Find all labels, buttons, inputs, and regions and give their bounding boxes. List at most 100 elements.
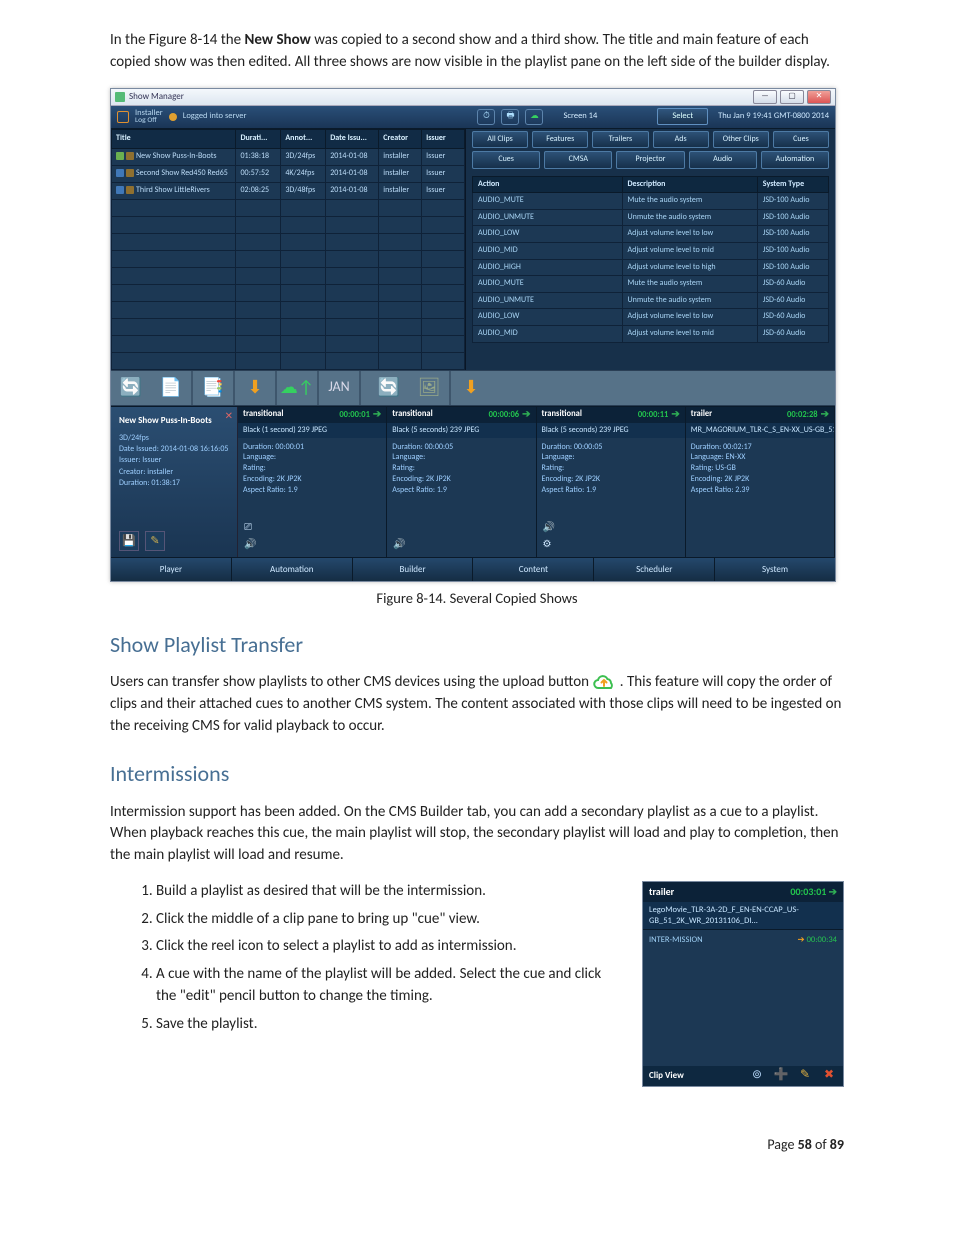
nav-tab[interactable]: Automation — [232, 558, 353, 581]
status-icon[interactable]: ⏱ — [477, 109, 495, 125]
cloud-upload-icon — [592, 672, 616, 690]
select-button[interactable]: Select — [657, 108, 708, 124]
filter-tabs: All ClipsFeaturesTrailersAdsOther ClipsC… — [466, 129, 835, 176]
inter-head-label: trailer — [649, 885, 674, 900]
col-header[interactable]: Annot... — [281, 129, 326, 148]
table-row[interactable]: AUDIO_HIGHAdjust volume level to highJSD… — [473, 259, 829, 276]
table-row[interactable]: AUDIO_LOWAdjust volume level to lowJSD-6… — [473, 309, 829, 326]
table-row[interactable]: AUDIO_MIDAdjust volume level to midJSD-6… — [473, 326, 829, 343]
intro-bold: New Show — [245, 31, 311, 49]
filter-tab[interactable]: Other Clips — [713, 131, 769, 149]
logoff-link[interactable]: Log Off — [135, 117, 163, 125]
status-dot-icon — [169, 113, 177, 121]
filter-tab[interactable]: Ads — [653, 131, 709, 149]
add-icon[interactable]: ➕ — [773, 1069, 789, 1083]
upload-icon[interactable]: ☁ — [525, 109, 543, 125]
bottom-nav: PlayerAutomationBuilderContentSchedulerS… — [111, 557, 835, 581]
printer-icon[interactable]: 🖶 — [501, 109, 519, 125]
col-header[interactable]: Issuer — [422, 129, 465, 148]
col-header[interactable]: Title — [112, 129, 236, 148]
table-row[interactable]: AUDIO_UNMUTEUnmute the audio systemJSD-6… — [473, 292, 829, 309]
nav-tab[interactable]: System — [715, 558, 835, 581]
timeline-clip[interactable]: transitional00:00:06➔Black (5 seconds) 2… — [387, 407, 536, 557]
maximize-button[interactable]: ▢ — [780, 90, 804, 104]
table-row[interactable]: AUDIO_UNMUTEUnmute the audio systemJSD-1… — [473, 209, 829, 226]
refresh-icon[interactable]: 🔄 — [111, 371, 151, 405]
filter-tab[interactable]: Projector — [616, 151, 684, 169]
filter-tab[interactable]: Cues — [773, 131, 829, 149]
intro-paragraph: In the Figure 8-14 the New Show was copi… — [110, 30, 844, 74]
nav-tab[interactable]: Player — [111, 558, 232, 581]
copy-icon[interactable]: 📑 — [193, 371, 233, 405]
info-line: Date Issued: 2014-01-08 16:16:05 — [119, 444, 229, 455]
col-header[interactable]: System Type — [757, 176, 828, 193]
info-line: Issuer: Issuer — [119, 455, 229, 466]
cloud-upload-icon[interactable]: ☁↑ — [277, 371, 317, 405]
app-icon — [115, 92, 125, 102]
col-header[interactable]: Durati... — [236, 129, 281, 148]
download-icon[interactable]: ⬇ — [235, 371, 275, 405]
minimize-button[interactable]: — — [753, 90, 777, 104]
calendar-icon[interactable]: JAN — [319, 371, 359, 405]
inter-head-time: 00:03:01 — [790, 885, 826, 898]
info-title: New Show Puss-In-Boots — [119, 415, 229, 428]
filter-tab[interactable]: Trailers — [592, 131, 648, 149]
screen-label: Screen 14 — [563, 110, 597, 122]
filter-tab[interactable]: Audio — [689, 151, 757, 169]
sound-icon: 🔊 — [543, 520, 555, 534]
timeline: ✕ New Show Puss-In-Boots 3D/24fpsDate Is… — [111, 406, 835, 557]
nav-tab[interactable]: Content — [473, 558, 594, 581]
table-row[interactable]: Second Show Red450 Red6500:57:524K/24fps… — [112, 165, 465, 182]
nav-tab[interactable]: Builder — [353, 558, 474, 581]
col-header[interactable]: Action — [473, 176, 623, 193]
clip-view-label: Clip View — [649, 1069, 684, 1082]
table-row[interactable]: AUDIO_MIDAdjust volume level to midJSD-1… — [473, 243, 829, 260]
filter-tab[interactable]: CMSA — [544, 151, 612, 169]
filter-tab[interactable]: Automation — [761, 151, 829, 169]
filter-tab[interactable]: Cues — [472, 151, 540, 169]
figure-caption: Figure 8-14. Several Copied Shows — [110, 588, 844, 609]
gear-icon: ⚙ — [543, 537, 555, 551]
intermission-clip-figure: trailer 00:03:01 ➔ LegoMovie_TLR-3A-2D_F… — [642, 881, 844, 1087]
save-icon[interactable]: 💾 — [119, 531, 139, 551]
window-title: Show Manager — [129, 90, 184, 103]
subtitles-icon: ⎚ — [244, 520, 256, 534]
window-titlebar: Show Manager — ▢ ✕ — [111, 89, 835, 106]
refresh-icon-2[interactable]: 🔄 — [369, 371, 409, 405]
col-header[interactable]: Date Issu... — [326, 129, 379, 148]
inter-sub: LegoMovie_TLR-3A-2D_F_EN-EN-CCAP_US-GB_5… — [643, 902, 843, 929]
filter-tab[interactable]: Features — [532, 131, 588, 149]
table-row[interactable]: AUDIO_MUTEMute the audio systemJSD-60 Au… — [473, 276, 829, 293]
info-line: 3D/24fps — [119, 433, 229, 444]
user-icon — [117, 111, 129, 123]
image-icon[interactable]: 🖼 — [409, 371, 449, 405]
inter-row-label: INTER-MISSION — [649, 934, 703, 946]
download-icon-2[interactable]: ⬇ — [451, 371, 491, 405]
table-row[interactable]: AUDIO_MUTEMute the audio systemJSD-100 A… — [473, 193, 829, 210]
transfer-paragraph: Users can transfer show playlists to oth… — [110, 672, 844, 737]
filter-tab[interactable]: All Clips — [472, 131, 528, 149]
heading-transfer: Show Playlist Transfer — [110, 629, 844, 661]
timeline-clip[interactable]: transitional00:00:11➔Black (5 seconds) 2… — [537, 407, 686, 557]
col-header[interactable]: Description — [622, 176, 757, 193]
timeline-clip[interactable]: transitional00:00:01➔Black (1 second) 23… — [238, 407, 387, 557]
col-header[interactable]: Creator — [379, 129, 422, 148]
arrow-icon: ➔ — [798, 935, 805, 945]
app-toolbar: Installer Log Off Logged into server ⏱ 🖶… — [111, 106, 835, 129]
nav-tab[interactable]: Scheduler — [594, 558, 715, 581]
sound-icon: 🔊 — [244, 537, 256, 551]
page-icon[interactable]: 📄 — [151, 371, 191, 405]
page-footer: Page 58 of 89 — [110, 1135, 844, 1155]
close-info-icon[interactable]: ✕ — [225, 409, 233, 423]
table-row[interactable]: Third Show LittleRivers02:08:253D/48fps2… — [112, 182, 465, 199]
timeline-clip[interactable]: trailer00:02:28➔MR_MAGORIUM_TLR-C_S_EN-X… — [686, 407, 835, 557]
delete-icon[interactable]: ✖ — [821, 1069, 837, 1083]
table-row[interactable]: AUDIO_LOWAdjust volume level to lowJSD-1… — [473, 226, 829, 243]
table-row[interactable]: New Show Puss-In-Boots01:38:183D/24fps20… — [112, 148, 465, 165]
edit-pencil-icon[interactable]: ✎ — [797, 1069, 813, 1083]
edit-icon[interactable]: ✎ — [145, 531, 165, 551]
arrow-icon: ➔ — [829, 885, 837, 898]
reel-icon[interactable]: ⊚ — [749, 1069, 765, 1083]
close-button[interactable]: ✕ — [807, 90, 831, 104]
logged-status: Logged into server — [183, 110, 247, 122]
